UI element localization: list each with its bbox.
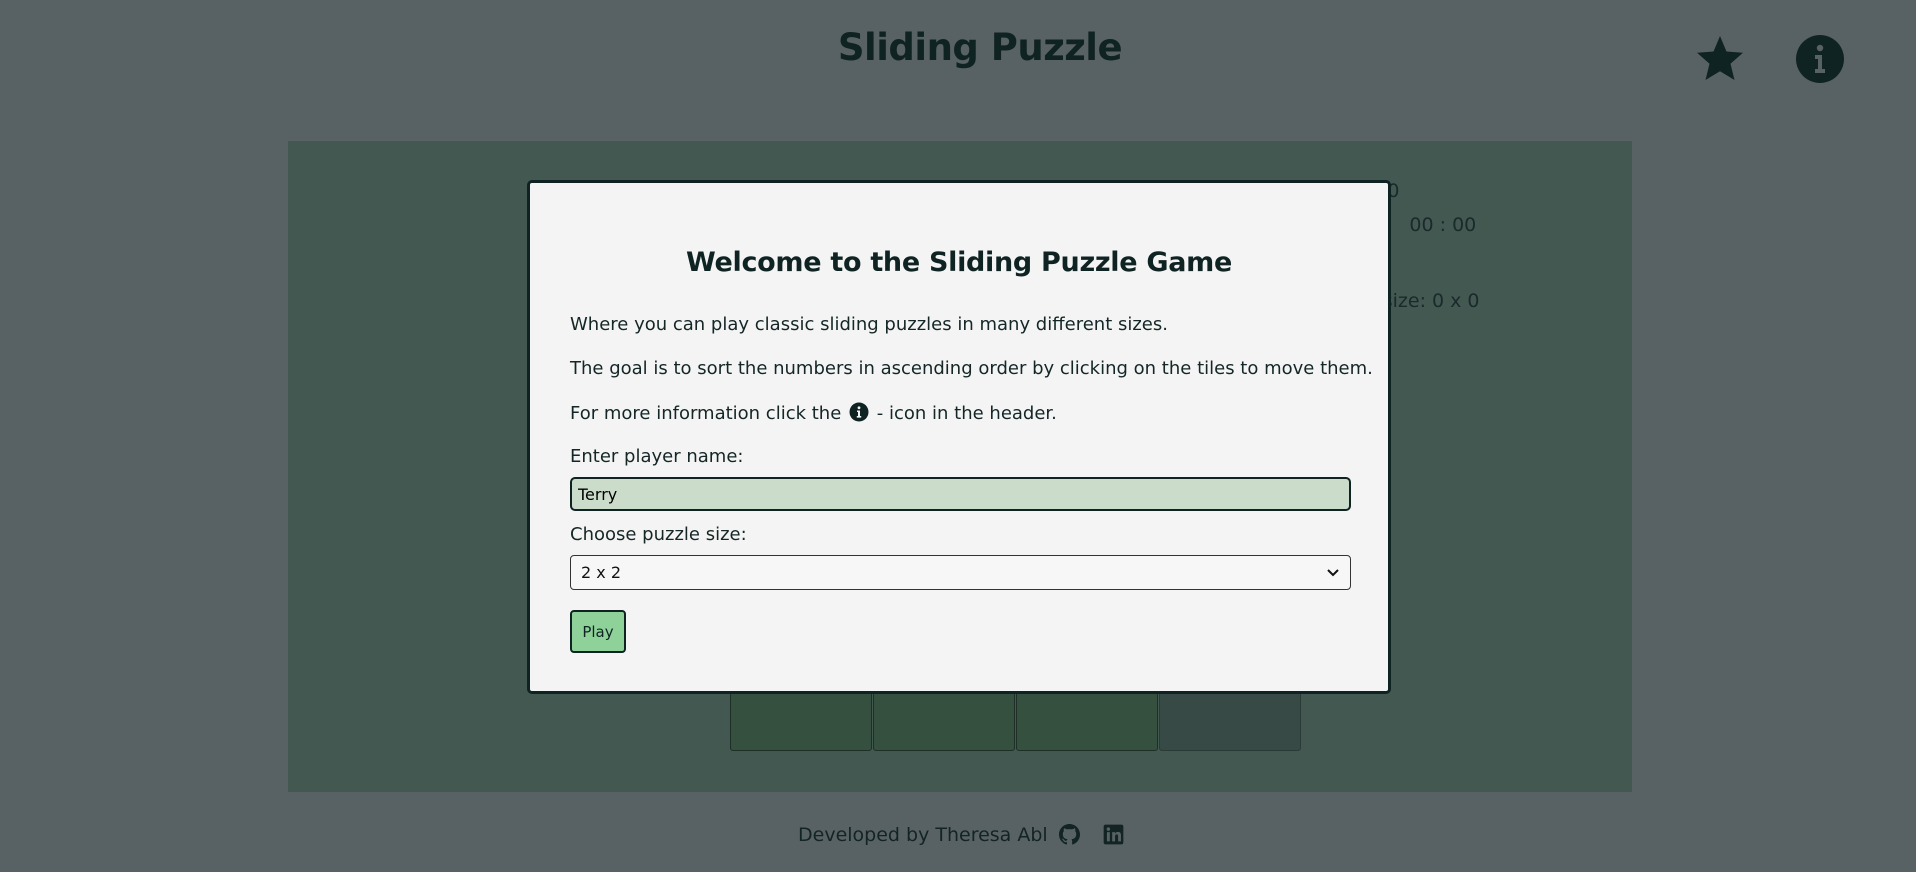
intro-text: Where you can play classic sliding puzzl… (570, 314, 1168, 335)
footer-credit: Developed by Theresa Abl (798, 824, 1048, 846)
info-text: For more information click the - icon in… (570, 402, 1057, 424)
puzzle-size-label: Choose puzzle size: (570, 524, 747, 545)
puzzle-size-selected: 2 x 2 (581, 563, 621, 582)
timer-value: 00 : 00 (1409, 214, 1477, 236)
player-name-input[interactable] (570, 477, 1351, 511)
info-icon[interactable] (1794, 33, 1846, 85)
linkedin-icon[interactable] (1103, 824, 1124, 845)
chevron-down-icon (1327, 568, 1339, 576)
info-icon (849, 402, 869, 422)
welcome-modal: Welcome to the Sliding Puzzle Game Where… (527, 180, 1391, 694)
info-text-before: For more information click the (570, 403, 842, 424)
info-text-after: - icon in the header. (876, 403, 1057, 424)
github-icon[interactable] (1059, 824, 1080, 845)
page-title: Sliding Puzzle (837, 26, 1123, 69)
puzzle-size-select[interactable]: 2 x 2 (570, 555, 1351, 590)
play-button[interactable]: Play (570, 610, 626, 653)
star-icon[interactable] (1694, 33, 1746, 85)
modal-title: Welcome to the Sliding Puzzle Game (685, 247, 1232, 278)
goal-text: The goal is to sort the numbers in ascen… (570, 358, 1373, 379)
player-name-label: Enter player name: (570, 446, 744, 467)
